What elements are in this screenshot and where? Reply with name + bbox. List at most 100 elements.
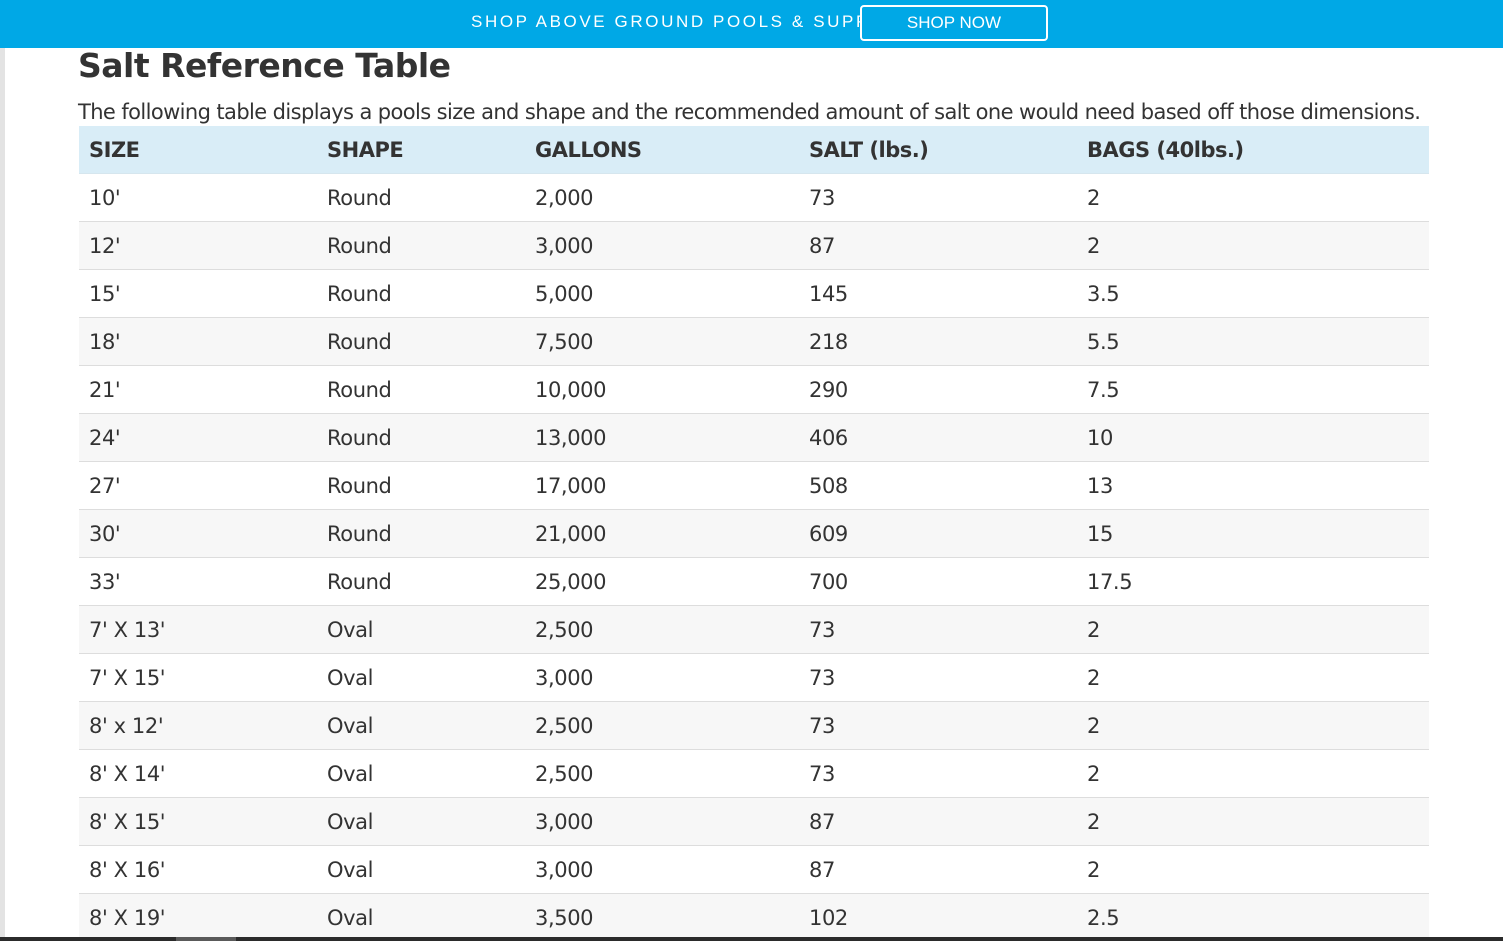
cell-bags: 17.5 — [1077, 557, 1429, 606]
cell-shape: Round — [317, 461, 525, 510]
cell-salt: 73 — [799, 653, 1077, 702]
cell-size: 30' — [79, 509, 317, 558]
cell-size: 8' X 16' — [79, 845, 317, 894]
cell-bags: 3.5 — [1077, 269, 1429, 318]
cell-salt: 73 — [799, 605, 1077, 654]
cell-size: 21' — [79, 365, 317, 414]
cell-gallons: 3,000 — [525, 797, 799, 846]
cell-shape: Oval — [317, 893, 525, 941]
table-row: 24' Round 13,000 406 10 — [79, 413, 1429, 462]
cell-size: 24' — [79, 413, 317, 462]
column-header-gallons: GALLONS — [525, 126, 799, 174]
cell-size: 8' x 12' — [79, 701, 317, 750]
cell-salt: 102 — [799, 893, 1077, 941]
cell-salt: 87 — [799, 797, 1077, 846]
cell-size: 18' — [79, 317, 317, 366]
cell-bags: 2.5 — [1077, 893, 1429, 941]
cell-salt: 73 — [799, 749, 1077, 798]
cell-shape: Oval — [317, 845, 525, 894]
cell-size: 7' X 15' — [79, 653, 317, 702]
cell-gallons: 3,000 — [525, 221, 799, 270]
cell-size: 27' — [79, 461, 317, 510]
cell-size: 12' — [79, 221, 317, 270]
cell-bags: 13 — [1077, 461, 1429, 510]
cell-salt: 290 — [799, 365, 1077, 414]
left-edge-border — [0, 48, 5, 941]
page-title: Salt Reference Table — [78, 46, 451, 85]
table-row: 30' Round 21,000 609 15 — [79, 509, 1429, 558]
cell-bags: 2 — [1077, 701, 1429, 750]
cell-salt: 700 — [799, 557, 1077, 606]
shop-now-button[interactable]: SHOP NOW — [860, 5, 1048, 41]
cell-gallons: 2,500 — [525, 701, 799, 750]
cell-shape: Oval — [317, 797, 525, 846]
cell-salt: 87 — [799, 845, 1077, 894]
cell-gallons: 10,000 — [525, 365, 799, 414]
table-row: 27' Round 17,000 508 13 — [79, 461, 1429, 510]
cell-salt: 73 — [799, 701, 1077, 750]
cell-shape: Round — [317, 173, 525, 222]
cell-bags: 10 — [1077, 413, 1429, 462]
table-row: 7' X 13' Oval 2,500 73 2 — [79, 605, 1429, 654]
column-header-size: SIZE — [79, 126, 317, 174]
cell-shape: Oval — [317, 605, 525, 654]
table-row: 8' X 14' Oval 2,500 73 2 — [79, 749, 1429, 798]
promo-banner: SHOP ABOVE GROUND POOLS & SUPPLIES SHOP … — [0, 0, 1503, 48]
cell-gallons: 3,500 — [525, 893, 799, 941]
cell-gallons: 17,000 — [525, 461, 799, 510]
cell-salt: 406 — [799, 413, 1077, 462]
cell-bags: 2 — [1077, 605, 1429, 654]
cell-salt: 145 — [799, 269, 1077, 318]
cell-bags: 2 — [1077, 221, 1429, 270]
column-header-bags: BAGS (40lbs.) — [1077, 126, 1429, 174]
cell-shape: Round — [317, 413, 525, 462]
cell-salt: 73 — [799, 173, 1077, 222]
cell-bags: 2 — [1077, 749, 1429, 798]
cell-size: 33' — [79, 557, 317, 606]
cell-bags: 7.5 — [1077, 365, 1429, 414]
cell-size: 10' — [79, 173, 317, 222]
cell-gallons: 7,500 — [525, 317, 799, 366]
promo-text: SHOP ABOVE GROUND POOLS & SUPPLIES — [471, 12, 861, 31]
cell-bags: 2 — [1077, 845, 1429, 894]
cell-gallons: 2,500 — [525, 749, 799, 798]
cell-gallons: 3,000 — [525, 653, 799, 702]
page: SHOP ABOVE GROUND POOLS & SUPPLIES SHOP … — [0, 0, 1503, 941]
table-row: 7' X 15' Oval 3,000 73 2 — [79, 653, 1429, 702]
cell-shape: Round — [317, 317, 525, 366]
cell-bags: 2 — [1077, 797, 1429, 846]
cell-shape: Round — [317, 221, 525, 270]
cell-salt: 218 — [799, 317, 1077, 366]
table-row: 10' Round 2,000 73 2 — [79, 173, 1429, 222]
table-body: 10' Round 2,000 73 2 12' Round 3,000 87 2 15' Round… — [79, 173, 1429, 941]
table-header-row: SIZE SHAPE GALLONS SALT (lbs.) BAGS (40l… — [79, 126, 1429, 174]
table-row: 18' Round 7,500 218 5.5 — [79, 317, 1429, 366]
table-row: 8' x 12' Oval 2,500 73 2 — [79, 701, 1429, 750]
scrollbar-thumb[interactable] — [176, 937, 236, 941]
cell-bags: 15 — [1077, 509, 1429, 558]
cell-size: 8' X 15' — [79, 797, 317, 846]
cell-salt: 87 — [799, 221, 1077, 270]
page-description: The following table displays a pools siz… — [78, 100, 1421, 124]
cell-shape: Oval — [317, 749, 525, 798]
cell-shape: Round — [317, 269, 525, 318]
cell-salt: 609 — [799, 509, 1077, 558]
cell-gallons: 21,000 — [525, 509, 799, 558]
table-row: 15' Round 5,000 145 3.5 — [79, 269, 1429, 318]
table-row: 8' X 16' Oval 3,000 87 2 — [79, 845, 1429, 894]
column-header-shape: SHAPE — [317, 126, 525, 174]
column-header-salt: SALT (lbs.) — [799, 126, 1077, 174]
table-row: 8' X 19' Oval 3,500 102 2.5 — [79, 893, 1429, 941]
cell-gallons: 5,000 — [525, 269, 799, 318]
cell-size: 15' — [79, 269, 317, 318]
salt-reference-table: SIZE SHAPE GALLONS SALT (lbs.) BAGS (40l… — [79, 126, 1429, 941]
cell-shape: Oval — [317, 701, 525, 750]
cell-shape: Round — [317, 509, 525, 558]
cell-gallons: 3,000 — [525, 845, 799, 894]
cell-bags: 2 — [1077, 653, 1429, 702]
table-row: 21' Round 10,000 290 7.5 — [79, 365, 1429, 414]
table-row: 8' X 15' Oval 3,000 87 2 — [79, 797, 1429, 846]
cell-gallons: 25,000 — [525, 557, 799, 606]
cell-size: 8' X 14' — [79, 749, 317, 798]
cell-shape: Oval — [317, 653, 525, 702]
